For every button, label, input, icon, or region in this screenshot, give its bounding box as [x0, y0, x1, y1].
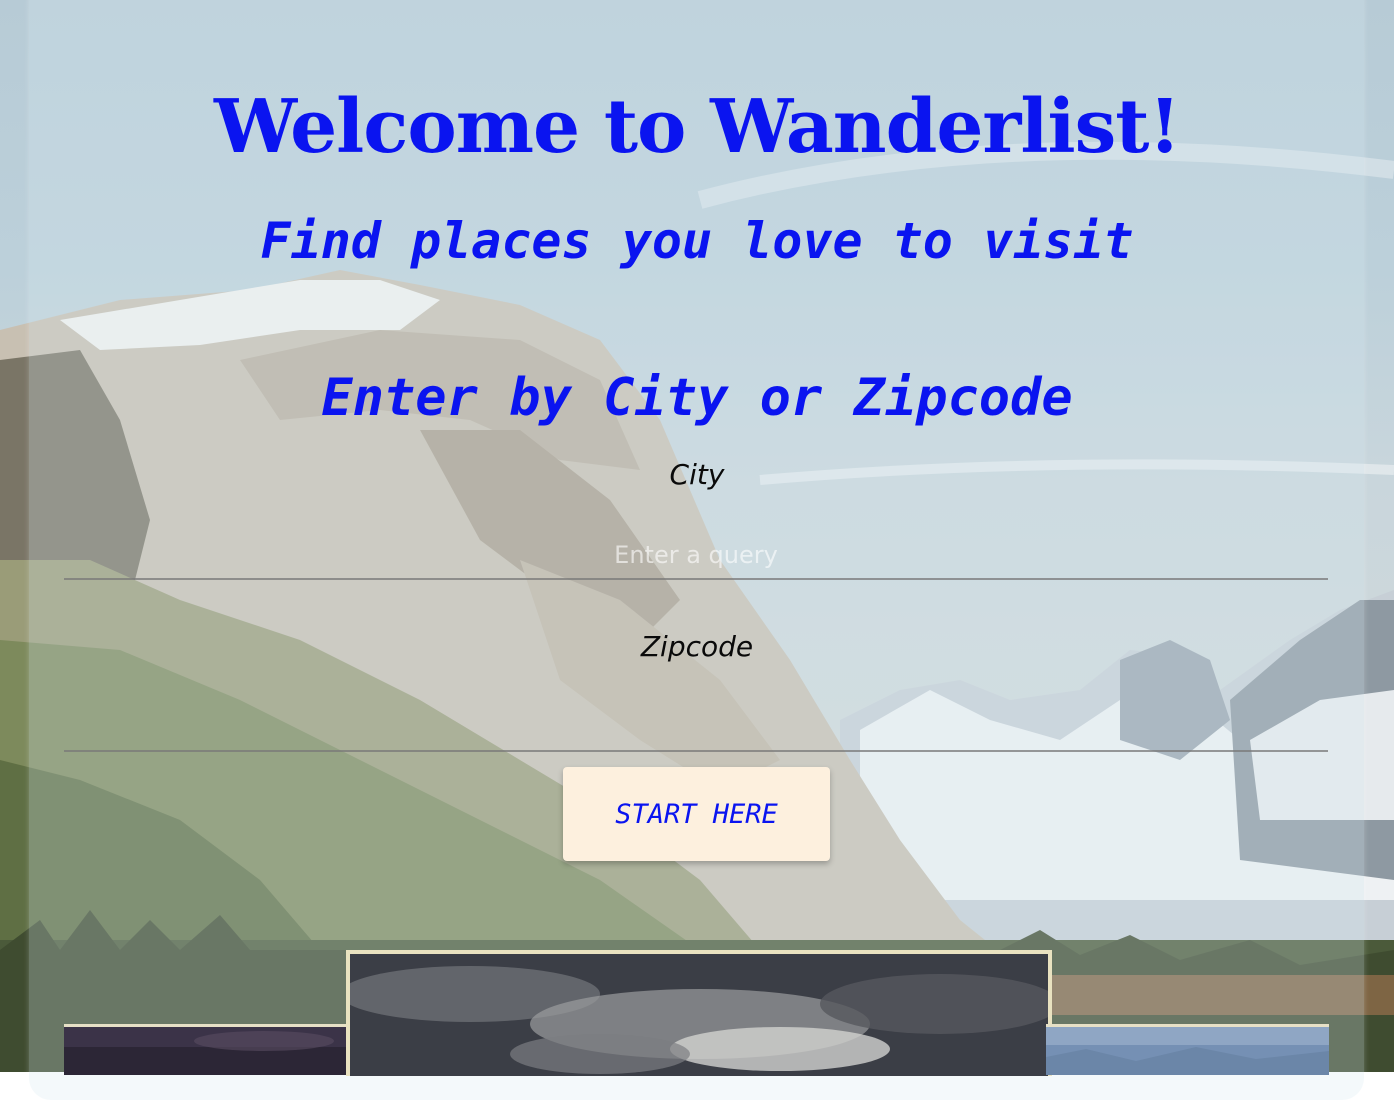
page-subtitle: Find places you love to visit	[260, 212, 1134, 270]
zipcode-label: Zipcode	[640, 630, 754, 663]
photo-card-right[interactable]	[1046, 1024, 1329, 1075]
search-heading: Enter by City or Zipcode	[321, 368, 1073, 428]
city-label: City	[669, 458, 725, 491]
page-title: Welcome to Wanderlist!	[214, 84, 1181, 170]
photo-card-center[interactable]	[346, 950, 1052, 1076]
zipcode-input[interactable]	[64, 704, 1328, 752]
photo-card-left[interactable]	[64, 1024, 348, 1075]
city-input[interactable]	[64, 532, 1328, 580]
start-here-button[interactable]: START HERE	[563, 767, 830, 861]
